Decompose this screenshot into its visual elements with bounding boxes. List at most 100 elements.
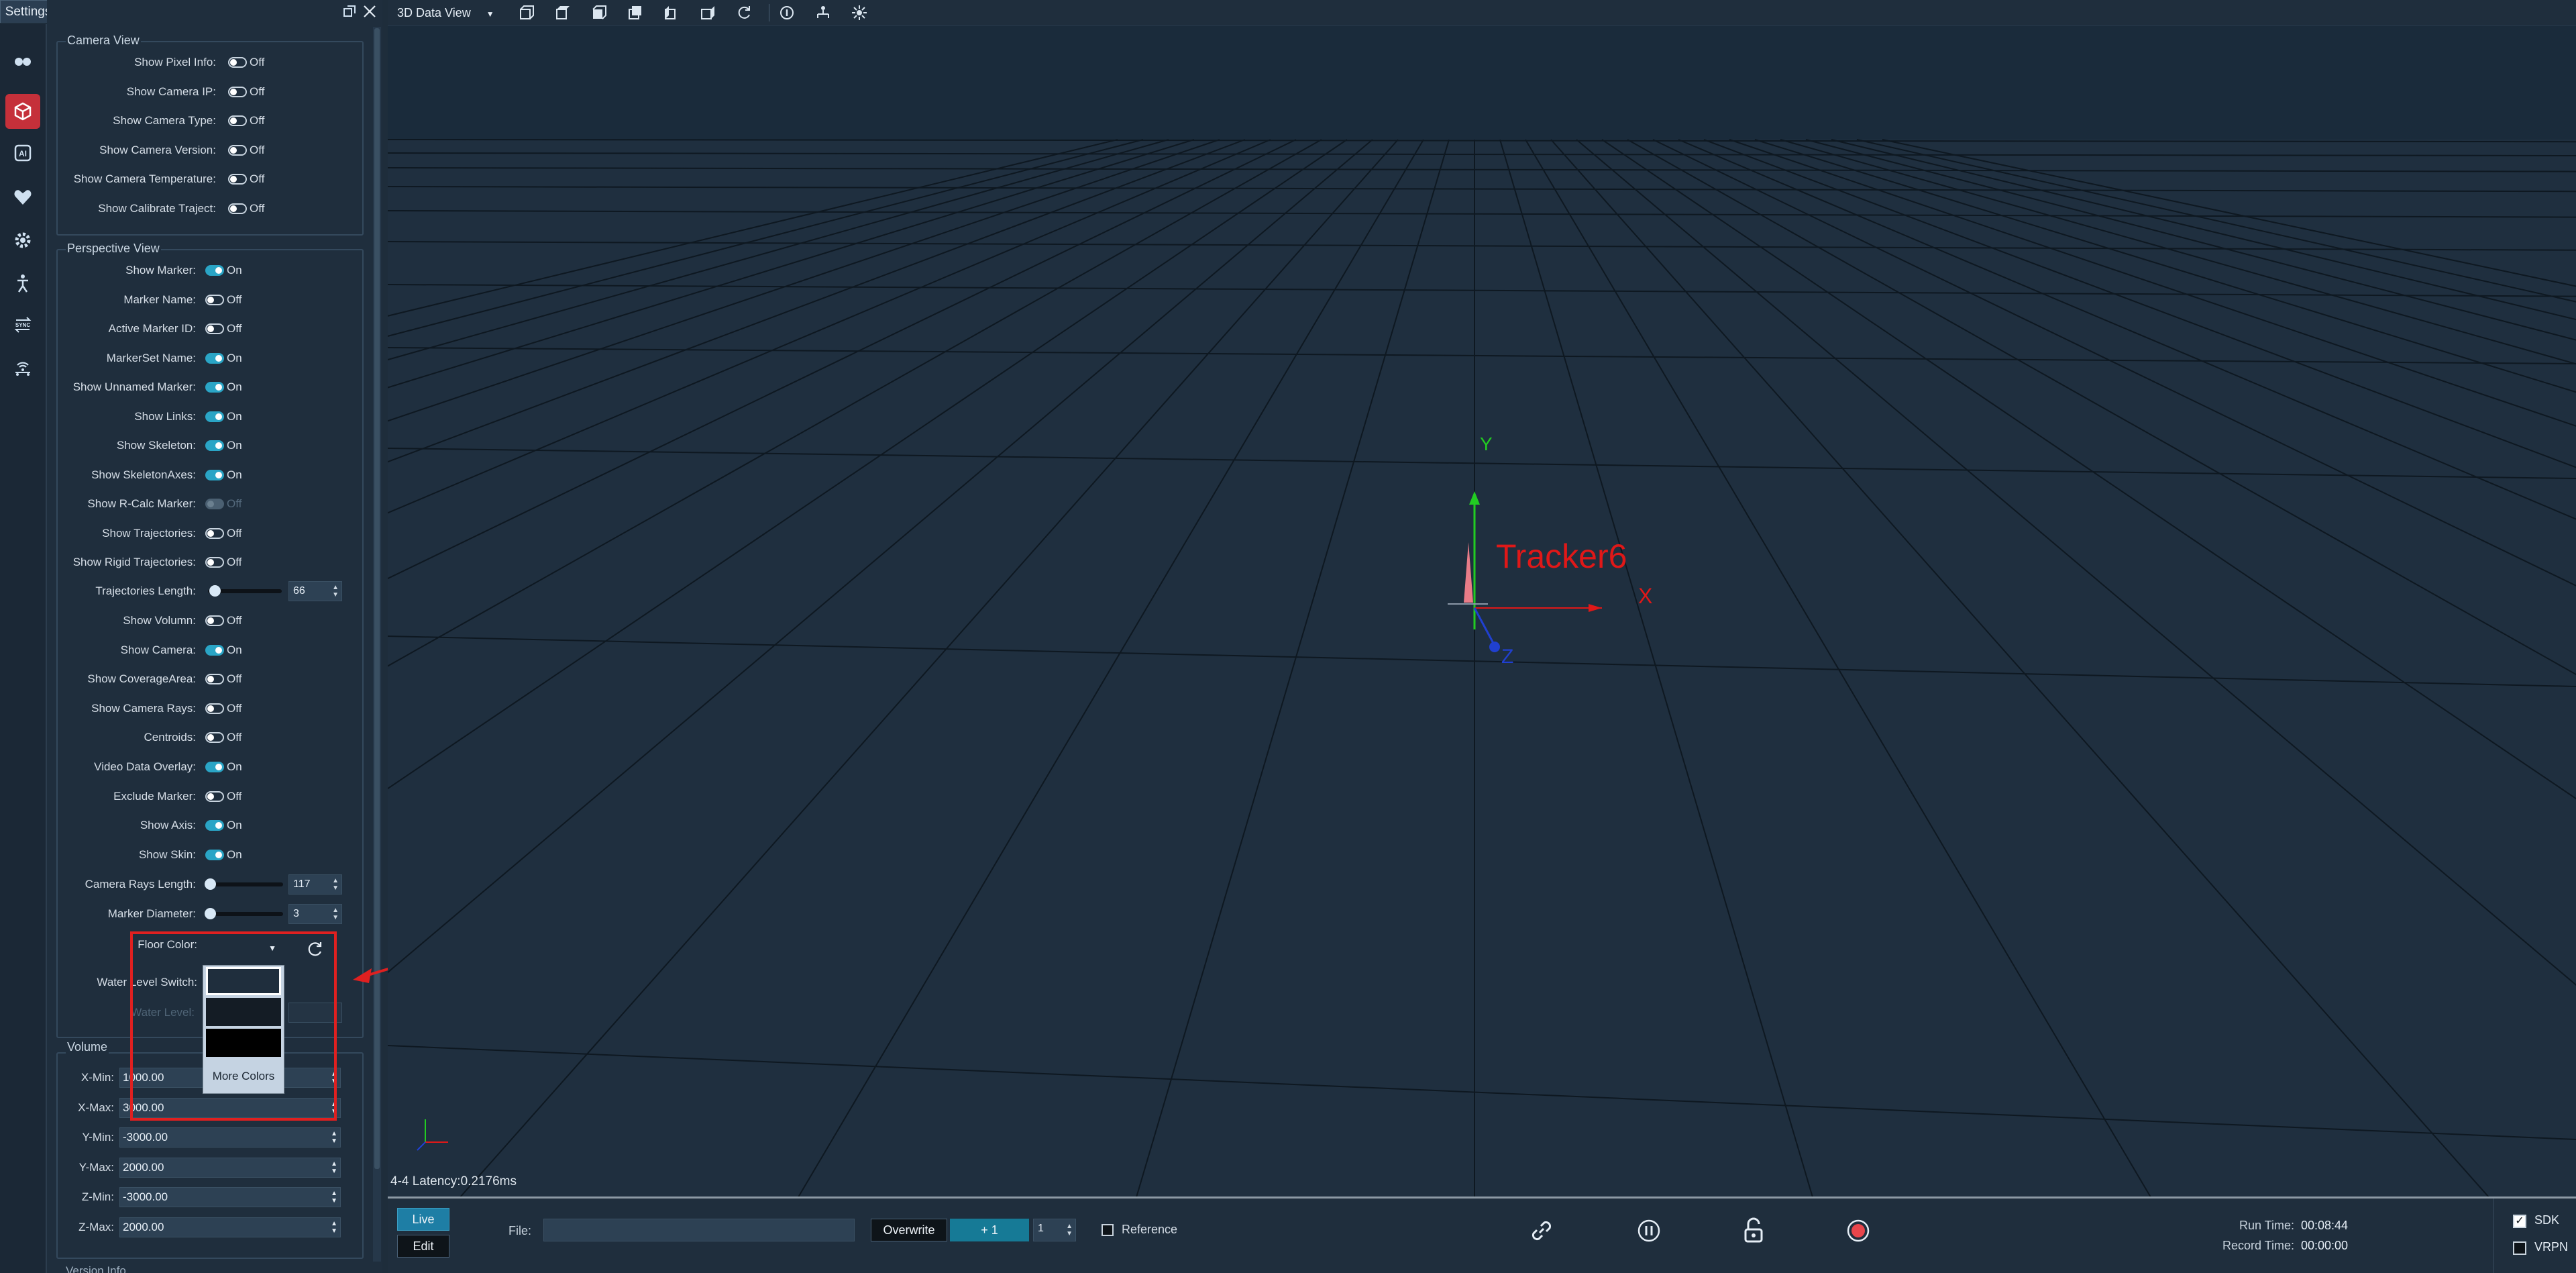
edit-button[interactable]: Edit — [397, 1235, 449, 1258]
camera-view-item-toggle[interactable] — [228, 57, 247, 68]
wireless-icon[interactable] — [5, 350, 40, 385]
spin-arrows-icon[interactable]: ▲ ▼ — [331, 1160, 337, 1175]
toggle-knob — [215, 413, 222, 420]
volume-input[interactable]: 2000.00 ▲ ▼ — [119, 1217, 341, 1237]
marker-diameter-spin[interactable]: 3 ▲ ▼ — [288, 904, 342, 924]
rays-length-spin[interactable]: 117 ▲ ▼ — [288, 874, 342, 895]
live-button[interactable]: Live — [397, 1208, 449, 1231]
volume-value: 2000.00 — [123, 1221, 164, 1233]
perspective-item-toggle[interactable] — [205, 644, 224, 656]
spin-arrows-icon[interactable]: ▲ ▼ — [1066, 1223, 1073, 1237]
markers-icon[interactable] — [849, 3, 869, 23]
toggle-knob — [215, 384, 222, 391]
perspective-item-toggle[interactable] — [205, 849, 224, 860]
perspective-item-toggle[interactable] — [205, 469, 224, 480]
camera-view-item-state: Off — [250, 201, 265, 215]
perspective-item-toggle[interactable] — [205, 382, 224, 393]
record-icon[interactable] — [1846, 1219, 1870, 1243]
spin-arrows-icon[interactable]: ▲ ▼ — [332, 907, 339, 921]
spin-arrows-icon[interactable]: ▲ ▼ — [332, 584, 339, 599]
grid-line — [1627, 139, 2576, 676]
perspective-item-toggle[interactable] — [205, 557, 224, 568]
volume-input[interactable]: -3000.00 ▲ ▼ — [119, 1187, 341, 1208]
perspective-item-toggle[interactable] — [205, 294, 224, 305]
toggle-knob — [230, 59, 237, 66]
perspective-view-title: Perspective View — [66, 242, 161, 256]
perspective-item-toggle — [205, 499, 224, 509]
reference-checkbox[interactable] — [1102, 1224, 1114, 1236]
pause-icon[interactable] — [1637, 1219, 1661, 1243]
view-side-icon[interactable] — [589, 3, 609, 23]
sync-icon[interactable]: SYNC — [5, 307, 40, 342]
panel-scrollbar-thumb[interactable] — [374, 28, 380, 1169]
spin-arrows-icon[interactable]: ▲ ▼ — [332, 877, 339, 892]
chevron-down-icon[interactable]: ▼ — [486, 9, 494, 19]
undock-icon[interactable] — [342, 4, 357, 19]
perspective-item-toggle[interactable] — [205, 265, 224, 276]
link-icon[interactable] — [1528, 1217, 1555, 1244]
perspective-item-toggle[interactable] — [205, 762, 224, 772]
perspective-item-label: Exclude Marker: — [113, 789, 196, 803]
traj-length-slider-handle[interactable] — [209, 585, 221, 597]
perspective-item-toggle[interactable] — [205, 440, 224, 451]
perspective-item-toggle[interactable] — [205, 411, 224, 422]
perspective-item-toggle[interactable] — [205, 323, 224, 334]
gear-icon[interactable] — [5, 223, 40, 258]
info-icon[interactable] — [777, 3, 797, 23]
toggle-knob — [207, 705, 214, 712]
perspective-item-toggle[interactable] — [205, 527, 224, 539]
view-front-icon[interactable] — [517, 3, 537, 23]
perspective-item-toggle[interactable] — [205, 703, 224, 714]
perspective-item-toggle[interactable] — [205, 820, 224, 831]
cameras-icon[interactable] — [5, 44, 40, 79]
health-icon[interactable] — [5, 180, 40, 215]
perspective-item-toggle[interactable] — [205, 732, 224, 744]
increment-button[interactable]: + 1 — [950, 1219, 1029, 1241]
version-info-title: Version Info — [66, 1264, 126, 1273]
traj-length-spin[interactable]: 66 ▲ ▼ — [288, 581, 342, 601]
sdk-checkbox[interactable]: ✓ — [2513, 1215, 2526, 1228]
ai-icon[interactable]: AI — [5, 136, 40, 170]
traj-length-slider[interactable] — [208, 585, 282, 597]
vrpn-checkbox[interactable] — [2513, 1241, 2526, 1255]
view-select[interactable]: 3D Data View ▼ — [397, 0, 494, 26]
spin-arrows-icon[interactable]: ▲ ▼ — [331, 1190, 337, 1205]
perspective-item-toggle[interactable] — [205, 674, 224, 685]
grid-line — [388, 139, 1118, 317]
camera-view-item-toggle[interactable] — [228, 174, 247, 185]
toggle-knob — [215, 267, 222, 274]
view-top-icon[interactable] — [553, 3, 573, 23]
camera-view-item-toggle[interactable] — [228, 115, 247, 126]
axis-x-label: X — [1638, 584, 1653, 608]
view-right-icon[interactable] — [698, 3, 718, 23]
perspective-item-toggle[interactable] — [205, 615, 224, 626]
camera-view-item-state: Off — [250, 85, 265, 98]
volume-input[interactable]: -3000.00 ▲ ▼ — [119, 1127, 341, 1148]
refresh-view-icon[interactable] — [734, 3, 754, 23]
close-icon[interactable] — [362, 4, 377, 19]
record-time-label: Record Time: — [2222, 1239, 2294, 1252]
volume-label: Z-Max: — [78, 1221, 114, 1233]
marker-diameter-slider[interactable] — [205, 908, 283, 919]
perspective-item-toggle[interactable] — [205, 791, 224, 802]
spin-arrows-icon[interactable]: ▲ ▼ — [331, 1220, 337, 1235]
spin-arrows-icon[interactable]: ▲ ▼ — [331, 1130, 337, 1145]
rigid-body-icon[interactable] — [813, 3, 833, 23]
volume-input[interactable]: 2000.00 ▲ ▼ — [119, 1157, 341, 1178]
3d-viewport[interactable]: Tracker6 Y X Z 4-4 Latency:0.2176ms — [388, 26, 2576, 1199]
grid-line — [388, 241, 2576, 251]
increment-spin[interactable]: 1 ▲ ▼ — [1033, 1219, 1076, 1241]
overwrite-button[interactable]: Overwrite — [871, 1219, 947, 1241]
camera-view-item-toggle[interactable] — [228, 203, 247, 214]
view-left-icon[interactable] — [661, 3, 682, 23]
volume-label: X-Min: — [80, 1071, 114, 1084]
camera-view-item-toggle[interactable] — [228, 86, 247, 97]
camera-view-item-toggle[interactable] — [228, 144, 247, 156]
view-back-icon[interactable] — [625, 3, 645, 23]
skeleton-icon[interactable] — [5, 266, 40, 301]
settings-3d-icon[interactable] — [5, 94, 40, 129]
unlock-icon[interactable] — [1741, 1217, 1766, 1244]
file-input[interactable] — [543, 1219, 855, 1241]
perspective-item-toggle[interactable] — [205, 352, 224, 364]
rays-length-slider[interactable] — [205, 878, 283, 890]
